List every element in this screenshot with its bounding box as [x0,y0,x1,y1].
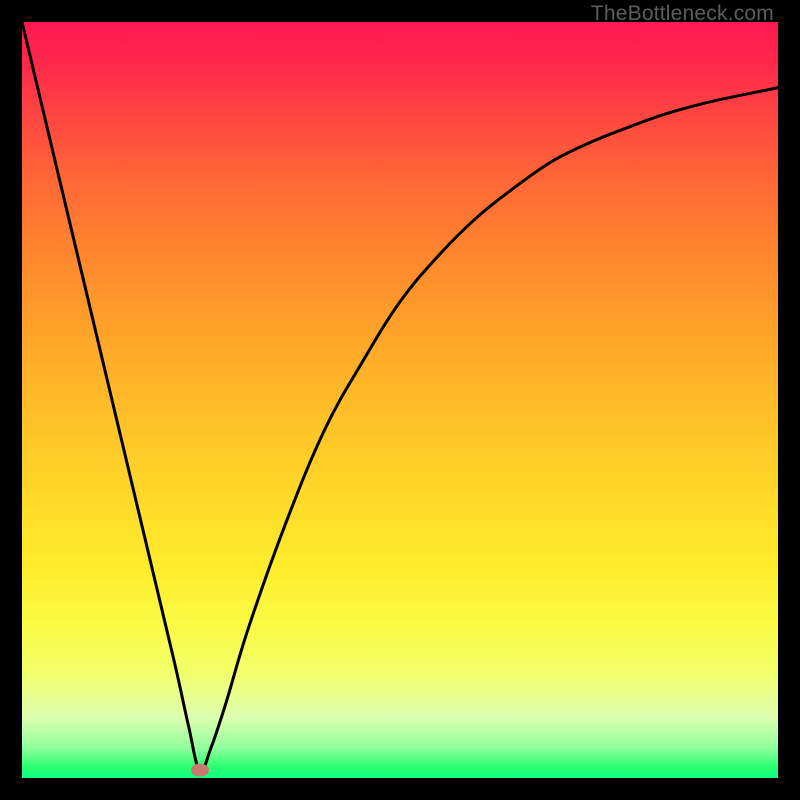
attribution-text: TheBottleneck.com [591,2,774,26]
bottleneck-curve-path [22,22,778,771]
curve-layer [22,22,778,778]
bottleneck-chart: TheBottleneck.com [0,0,800,800]
optimum-marker [191,764,209,777]
plot-area [22,22,778,778]
